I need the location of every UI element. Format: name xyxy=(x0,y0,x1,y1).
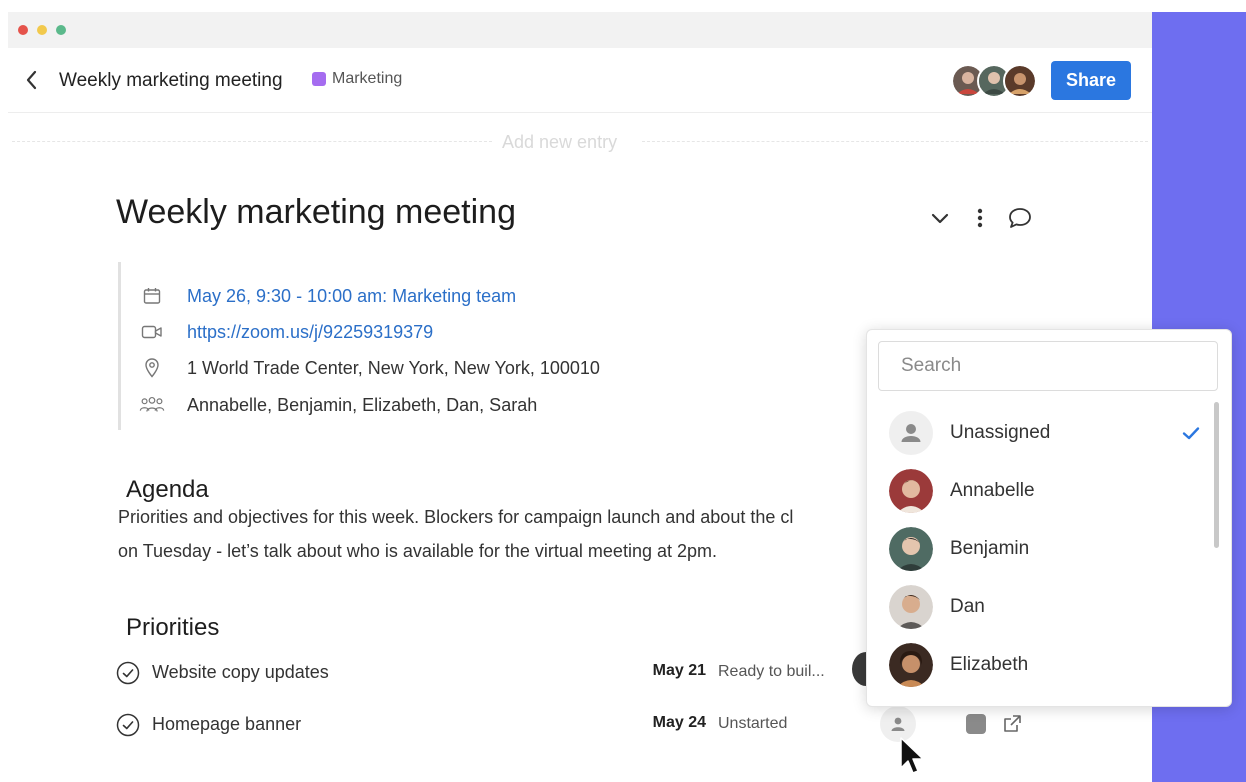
priorities-heading: Priorities xyxy=(126,614,220,641)
agenda-line: on Tuesday - let’s talk about who is ava… xyxy=(118,541,717,561)
collaborator-avatar xyxy=(1003,64,1037,98)
more-options-button[interactable] xyxy=(966,204,994,232)
detail-location: 1 World Trade Center, New York, New York… xyxy=(139,356,600,380)
assignee-option-benjamin[interactable]: Benjamin xyxy=(867,521,1211,577)
assignee-option-unassigned[interactable]: Unassigned xyxy=(867,405,1211,461)
page-header: Weekly marketing meeting Marketing Share xyxy=(8,48,1152,113)
vertical-dots-icon xyxy=(977,208,983,228)
window-close-dot[interactable] xyxy=(18,25,28,35)
assignee-option-label: Unassigned xyxy=(950,422,1051,443)
external-link-icon xyxy=(1004,715,1021,732)
meeting-attendees: Annabelle, Benjamin, Elizabeth, Dan, Sar… xyxy=(187,394,538,415)
dropdown-scrollbar[interactable] xyxy=(1214,402,1219,548)
assignee-option-elizabeth[interactable]: Elizabeth xyxy=(867,637,1211,693)
person-icon xyxy=(901,424,921,442)
window-minimize-dot[interactable] xyxy=(37,25,47,35)
tag-color-swatch xyxy=(312,72,326,86)
back-button[interactable] xyxy=(22,68,42,92)
priority-name: Website copy updates xyxy=(152,662,329,682)
avatar xyxy=(889,585,933,629)
assignee-option-label: Elizabeth xyxy=(950,654,1029,675)
collaborator-avatars[interactable] xyxy=(951,64,1041,98)
add-new-entry[interactable]: Add new entry xyxy=(8,124,1152,158)
priority-row[interactable]: Website copy updates May 21 Ready to bui… xyxy=(116,658,876,688)
window-titlebar xyxy=(8,12,1152,48)
document-title: Weekly marketing meeting xyxy=(116,193,516,231)
collapse-button[interactable] xyxy=(926,204,954,232)
assignee-option-annabelle[interactable]: Annabelle xyxy=(867,463,1211,519)
assignee-dropdown: Unassigned Annabelle Benjamin Dan Elizab… xyxy=(866,329,1232,707)
meeting-link[interactable]: https://zoom.us/j/92259319379 xyxy=(187,322,433,343)
meeting-details: May 26, 9:30 - 10:00 am: Marketing team … xyxy=(118,262,821,430)
priority-row[interactable]: Homepage banner May 24 Unstarted xyxy=(116,710,876,740)
avatar xyxy=(889,527,933,571)
assignee-option-label: Dan xyxy=(950,596,985,617)
detail-datetime: May 26, 9:30 - 10:00 am: Marketing team xyxy=(139,284,516,308)
assignee-option-label: Annabelle xyxy=(950,480,1035,501)
complete-task-button[interactable] xyxy=(116,661,140,685)
project-tag[interactable]: Marketing xyxy=(312,70,402,88)
detail-video: https://zoom.us/j/92259319379 xyxy=(139,320,433,344)
check-icon xyxy=(1179,421,1203,445)
assignee-option-dan[interactable]: Dan xyxy=(867,579,1211,635)
circle-check-icon xyxy=(116,713,140,737)
priority-due-date: May 21 xyxy=(652,662,706,679)
divider xyxy=(642,141,1148,142)
document-actions xyxy=(920,204,1031,232)
priority-name: Homepage banner xyxy=(152,714,302,734)
meeting-location: 1 World Trade Center, New York, New York… xyxy=(187,357,600,378)
priority-due-date: May 24 xyxy=(652,714,706,731)
chevron-down-icon xyxy=(931,213,949,224)
avatar xyxy=(889,469,933,513)
status-square-icon[interactable] xyxy=(966,714,986,734)
project-tag-label: Marketing xyxy=(332,70,403,87)
divider xyxy=(12,141,492,142)
agenda-line: Priorities and objectives for this week.… xyxy=(118,507,794,527)
meeting-datetime-link[interactable]: May 26, 9:30 - 10:00 am: Marketing team xyxy=(187,286,516,307)
add-new-entry-label: Add new entry xyxy=(502,132,618,152)
person-icon xyxy=(891,717,905,731)
calendar-icon xyxy=(143,288,161,304)
map-pin-icon xyxy=(145,358,159,378)
agenda-text: Priorities and objectives for this week.… xyxy=(118,500,858,568)
priority-status[interactable]: Ready to buil... xyxy=(718,663,825,681)
window-zoom-dot[interactable] xyxy=(56,25,66,35)
header-title: Weekly marketing meeting xyxy=(59,70,283,91)
speech-bubble-icon xyxy=(1009,208,1031,228)
complete-task-button[interactable] xyxy=(116,713,140,737)
avatar xyxy=(889,411,933,455)
detail-attendees: Annabelle, Benjamin, Elizabeth, Dan, Sar… xyxy=(139,393,537,417)
circle-check-icon xyxy=(116,661,140,685)
mouse-cursor-icon xyxy=(900,737,924,774)
share-button[interactable]: Share xyxy=(1051,61,1131,100)
open-task-button[interactable] xyxy=(1000,712,1024,736)
search-input[interactable] xyxy=(878,341,1218,391)
priority-status[interactable]: Unstarted xyxy=(718,715,787,733)
chevron-left-icon xyxy=(26,70,37,90)
avatar xyxy=(889,643,933,687)
video-camera-icon xyxy=(141,325,162,339)
comment-button[interactable] xyxy=(1006,204,1034,232)
assignee-option-label: Benjamin xyxy=(950,538,1030,559)
people-icon xyxy=(139,396,165,412)
